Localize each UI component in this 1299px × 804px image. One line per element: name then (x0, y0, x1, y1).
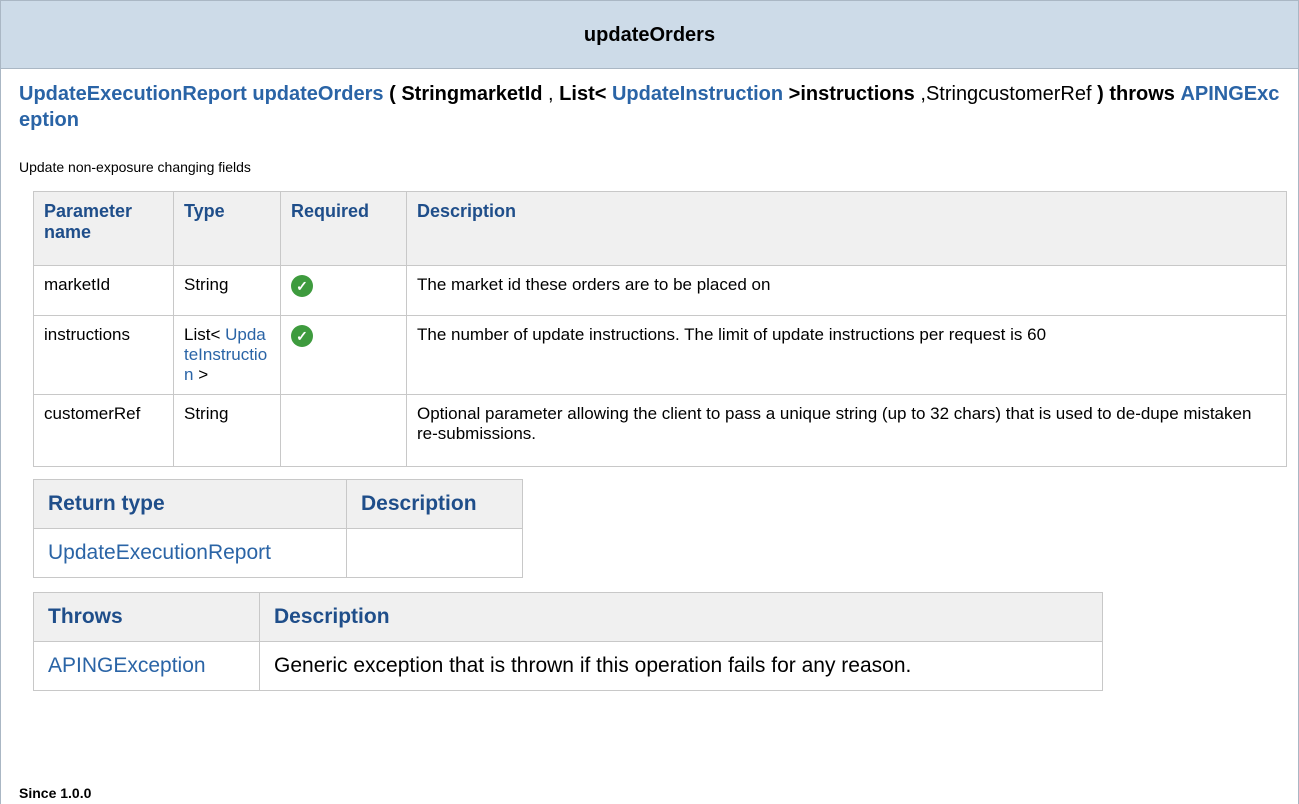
table-row: customerRef String Optional parameter al… (33, 394, 1287, 467)
param-description-cell: The number of update instructions. The l… (406, 315, 1287, 395)
param-name-cell: instructions (33, 315, 174, 395)
table-row: marketId String ✓ The market id these or… (33, 265, 1287, 316)
method-signature: UpdateExecutionReport updateOrders ( Str… (19, 81, 1284, 133)
param-description-cell: The market id these orders are to be pla… (406, 265, 1287, 316)
comma: , (548, 83, 554, 105)
method-name: updateOrders (252, 83, 384, 105)
param-marketid: StringmarketId (401, 83, 543, 105)
table-header-row: Throws Description (33, 592, 1103, 642)
since-version: Since 1.0.0 (19, 785, 92, 801)
list-prefix: List< (559, 83, 607, 105)
table-row: instructions List< UpdateInstruction > ✓… (33, 315, 1287, 395)
column-header: Type (173, 191, 281, 266)
type-prefix: List< (184, 325, 221, 344)
param-name-cell: customerRef (33, 394, 174, 467)
update-instruction-link[interactable]: UpdateInstruction (612, 83, 783, 105)
column-header: Description (346, 479, 523, 529)
required-cell: ✓ (280, 315, 407, 395)
apingexception-link[interactable]: APINGException (48, 654, 206, 677)
param-type-cell: String (173, 394, 281, 467)
param-description-cell: Optional parameter allowing the client t… (406, 394, 1287, 467)
update-execution-report-link[interactable]: UpdateExecutionReport (48, 541, 271, 564)
column-header: Parameter name (33, 191, 174, 266)
column-header: Throws (33, 592, 260, 642)
return-type-table: Return type Description UpdateExecutionR… (33, 479, 523, 578)
table-row: UpdateExecutionReport (33, 528, 523, 578)
throws-table: Throws Description APINGException Generi… (33, 592, 1103, 691)
method-panel: updateOrders UpdateExecutionReport updat… (0, 0, 1299, 804)
table-row: APINGException Generic exception that is… (33, 641, 1103, 691)
exception-description-cell: Generic exception that is thrown if this… (259, 641, 1103, 691)
required-cell (280, 394, 407, 467)
type-suffix: > (198, 365, 209, 384)
param-type-cell: List< UpdateInstruction > (173, 315, 281, 395)
column-header: Description (259, 592, 1103, 642)
table-header-row: Return type Description (33, 479, 523, 529)
column-header: Required (280, 191, 407, 266)
param-type-cell: String (173, 265, 281, 316)
return-description-cell (346, 528, 523, 578)
check-icon: ✓ (291, 325, 313, 347)
required-cell: ✓ (280, 265, 407, 316)
param-name-cell: marketId (33, 265, 174, 316)
column-header: Description (406, 191, 1287, 266)
open-paren: ( (389, 83, 396, 105)
exception-cell: APINGException (33, 641, 260, 691)
return-type-link[interactable]: UpdateExecutionReport (19, 83, 247, 105)
return-type-cell: UpdateExecutionReport (33, 528, 347, 578)
param-customerref: StringcustomerRef (925, 83, 1092, 105)
param-instructions: >instructions (788, 83, 915, 105)
table-header-row: Parameter name Type Required Description (33, 191, 1287, 266)
parameters-table: Parameter name Type Required Description… (33, 191, 1287, 467)
column-header: Return type (33, 479, 347, 529)
throws-keyword: ) throws (1097, 83, 1175, 105)
check-icon: ✓ (291, 275, 313, 297)
panel-title: updateOrders (1, 1, 1298, 69)
method-summary: Update non-exposure changing fields (19, 159, 251, 175)
